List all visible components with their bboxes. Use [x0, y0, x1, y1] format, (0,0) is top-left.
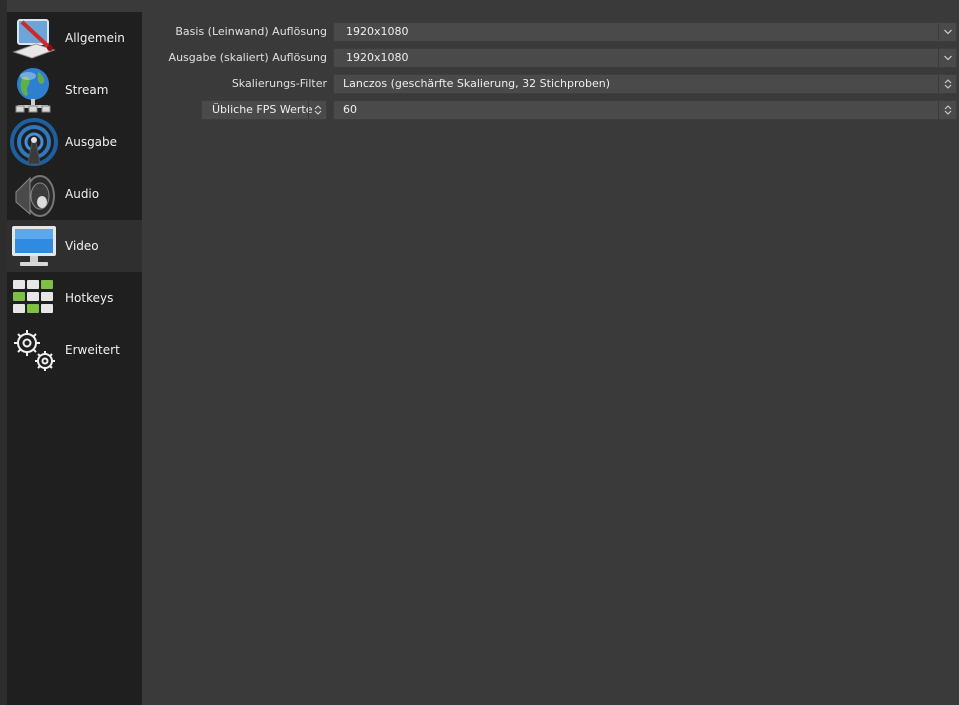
output-resolution-label: Ausgabe (skaliert) Auflösung	[168, 51, 327, 64]
base-resolution-value: 1920x1080	[346, 25, 409, 38]
fps-value-select[interactable]: 60	[333, 100, 957, 120]
fps-type-select[interactable]: Übliche FPS Werte	[201, 100, 327, 120]
chevron-down-icon[interactable]	[938, 23, 956, 41]
sidebar-item-label: Ausgabe	[65, 135, 118, 149]
downscale-filter-select[interactable]: Lanczos (geschärfte Skalierung, 32 Stich…	[333, 74, 957, 94]
updown-arrows-icon[interactable]	[938, 75, 956, 93]
fps-value: 60	[343, 103, 357, 116]
monitor-icon	[12, 226, 56, 266]
downscale-filter-label: Skalierungs-Filter	[231, 77, 327, 90]
sidebar-item-label: Stream	[65, 83, 109, 97]
keyboard-icon	[13, 280, 53, 313]
settings-sidebar: Allgemein Stream Ausgabe Audio Video Hot…	[7, 12, 142, 705]
sidebar-item-ausgabe[interactable]: Ausgabe	[7, 116, 142, 168]
updown-arrows-icon[interactable]	[308, 101, 326, 119]
downscale-filter-label-wrap: Skalierungs-Filter	[142, 73, 327, 95]
broadcast-antenna-icon	[10, 118, 58, 166]
sidebar-item-label: Hotkeys	[65, 291, 114, 305]
sidebar-item-label: Erweitert	[65, 343, 120, 357]
sidebar-item-audio[interactable]: Audio	[7, 168, 142, 220]
base-resolution-label-wrap: Basis (Leinwand) Auflösung	[142, 21, 327, 43]
window-top-border	[7, 0, 959, 12]
general-settings-icon	[12, 19, 56, 59]
window-left-border	[0, 0, 7, 705]
sidebar-item-erweitert[interactable]: Erweitert	[7, 324, 142, 376]
output-resolution-label-wrap: Ausgabe (skaliert) Auflösung	[142, 47, 327, 69]
chevron-down-icon[interactable]	[938, 49, 956, 67]
globe-network-icon	[15, 68, 51, 113]
output-resolution-value: 1920x1080	[346, 51, 409, 64]
sidebar-item-label: Video	[65, 239, 99, 253]
sidebar-item-hotkeys[interactable]: Hotkeys	[7, 272, 142, 324]
sidebar-item-stream[interactable]: Stream	[7, 64, 142, 116]
sidebar-item-label: Allgemein	[65, 31, 125, 45]
speaker-icon	[15, 175, 55, 217]
updown-arrows-icon[interactable]	[938, 101, 956, 119]
sidebar-item-video[interactable]: Video	[7, 220, 142, 272]
fps-type-value: Übliche FPS Werte	[212, 103, 313, 116]
base-resolution-label: Basis (Leinwand) Auflösung	[175, 25, 327, 38]
gears-icon	[14, 330, 55, 371]
sidebar-item-label: Audio	[65, 187, 100, 201]
base-resolution-combobox[interactable]: 1920x1080	[333, 22, 957, 42]
sidebar-item-allgemein[interactable]: Allgemein	[7, 12, 142, 64]
output-resolution-combobox[interactable]: 1920x1080	[333, 48, 957, 68]
downscale-filter-value: Lanczos (geschärfte Skalierung, 32 Stich…	[343, 77, 611, 90]
